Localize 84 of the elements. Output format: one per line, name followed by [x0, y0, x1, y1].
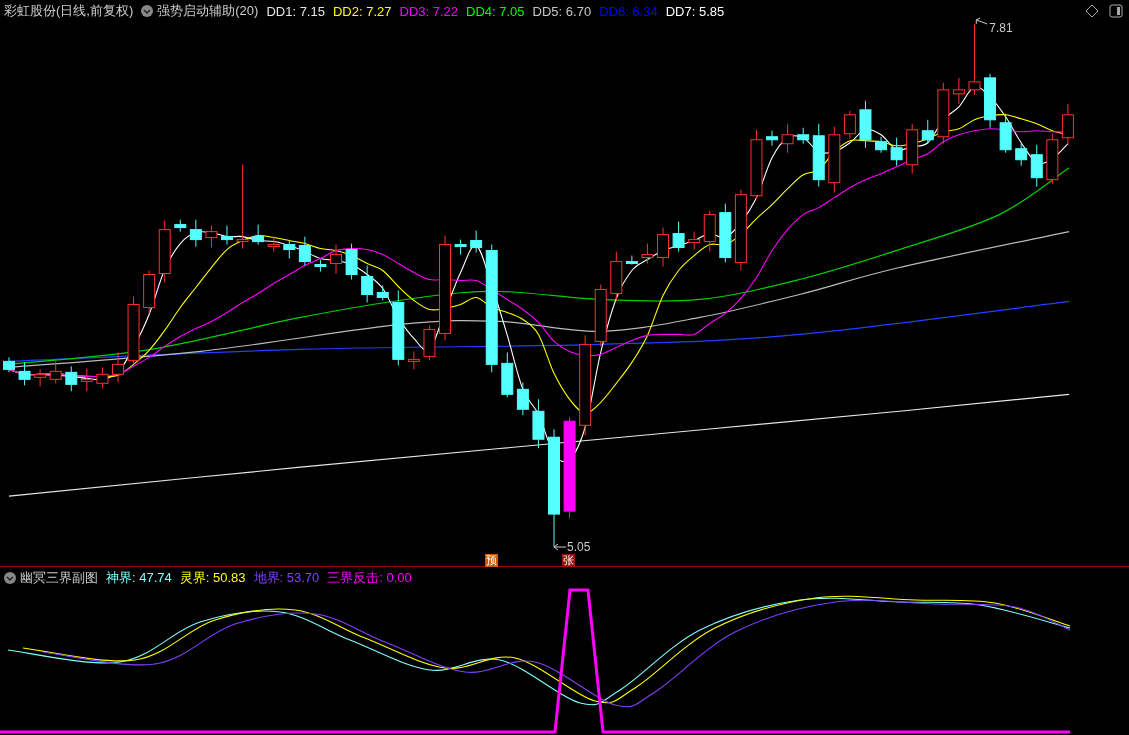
candlestick	[672, 221, 685, 253]
candlestick	[984, 73, 997, 129]
candlestick	[1030, 144, 1043, 188]
candlestick	[470, 230, 483, 254]
chevron-down-icon[interactable]	[4, 572, 16, 584]
chevron-down-icon[interactable]	[141, 5, 154, 17]
indicator-value: DD1: 7.15	[266, 3, 325, 19]
candlestick	[890, 137, 903, 167]
candlestick	[407, 350, 420, 370]
indicator-value: 地界: 53.70	[253, 569, 320, 587]
candlestick	[189, 219, 202, 248]
candlestick	[345, 243, 358, 280]
indicator-value: DD5: 6.70	[532, 3, 592, 19]
candlestick	[3, 356, 15, 373]
candlestick	[221, 225, 233, 246]
candlestick	[812, 123, 825, 188]
diamond-icon[interactable]	[1085, 4, 1099, 18]
candlestick	[361, 265, 374, 303]
candlestick	[65, 365, 78, 392]
indicator-value: 神界: 47.74	[106, 569, 172, 587]
candlestick	[298, 236, 311, 267]
candlestick	[314, 259, 327, 272]
candlestick	[501, 351, 514, 398]
candlestick	[49, 360, 62, 384]
candlestick	[283, 240, 296, 260]
indicator-value: 灵界: 50.83	[179, 569, 246, 587]
candlestick	[80, 367, 93, 392]
candlestick	[610, 251, 623, 302]
candlestick	[18, 361, 31, 386]
candlestick	[750, 129, 763, 200]
leader-line	[553, 543, 567, 551]
candlestick	[703, 210, 716, 253]
candlestick	[906, 123, 919, 175]
candlestick	[1046, 133, 1059, 185]
indicator-value: DD3: 7.22	[399, 3, 459, 19]
candlestick	[875, 136, 888, 154]
price-label: 5.05	[567, 540, 591, 555]
candlestick	[330, 244, 342, 274]
candlestick	[999, 113, 1012, 154]
leader-line	[975, 17, 988, 25]
candlestick	[1015, 143, 1028, 167]
indicator-name: 强势启动辅助(20)	[157, 2, 259, 20]
candlestick	[516, 381, 529, 416]
candlestick	[594, 284, 607, 347]
panel-icon[interactable]	[1109, 4, 1123, 18]
candlestick	[937, 82, 950, 145]
candlestick	[657, 227, 669, 268]
candlestick	[34, 368, 47, 387]
candlestick	[376, 285, 389, 301]
signal-marker: 预	[485, 554, 498, 567]
candlestick	[797, 127, 810, 145]
candlestick	[719, 203, 732, 264]
candlestick	[625, 255, 638, 266]
candlestick	[688, 231, 701, 251]
candlestick	[96, 366, 109, 389]
candlestick	[267, 236, 280, 253]
indicator-value: DD2: 7.27	[332, 3, 392, 19]
candlestick	[843, 110, 856, 140]
chart-title: 幽冥三界副图	[20, 569, 98, 587]
chart-title: 彩虹股份(日线,前复权)	[4, 2, 134, 20]
candlestick	[205, 225, 218, 249]
candlestick	[143, 270, 156, 314]
indicator-value: DD4: 7.05	[466, 3, 525, 19]
candlestick	[781, 123, 794, 154]
candlestick	[112, 351, 124, 383]
candlestick	[174, 219, 187, 233]
indicator-value: DD7: 5.85	[665, 3, 725, 19]
indicator-value: 三界反击: 0.00	[327, 569, 412, 587]
candlestick	[423, 324, 436, 361]
candlestick	[766, 130, 778, 147]
candlestick	[158, 220, 171, 283]
candlestick	[532, 398, 545, 449]
candlestick	[859, 100, 872, 149]
candlestick	[454, 239, 467, 256]
price-label: 7.81	[989, 20, 1013, 35]
candlestick	[641, 243, 654, 265]
candlestick	[828, 126, 841, 194]
candlestick	[127, 296, 140, 364]
indicator-value: DD6: 6.34	[599, 3, 658, 19]
signal-marker: 张	[562, 554, 575, 567]
candlestick	[1061, 103, 1074, 146]
candlestick	[252, 224, 265, 246]
candlestick	[921, 119, 934, 145]
candlestick	[952, 77, 965, 105]
